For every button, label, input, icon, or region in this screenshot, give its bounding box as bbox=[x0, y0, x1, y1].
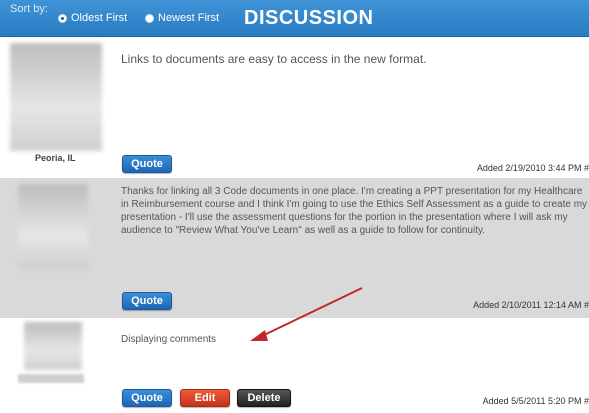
annotation-arrow-icon bbox=[250, 287, 363, 341]
